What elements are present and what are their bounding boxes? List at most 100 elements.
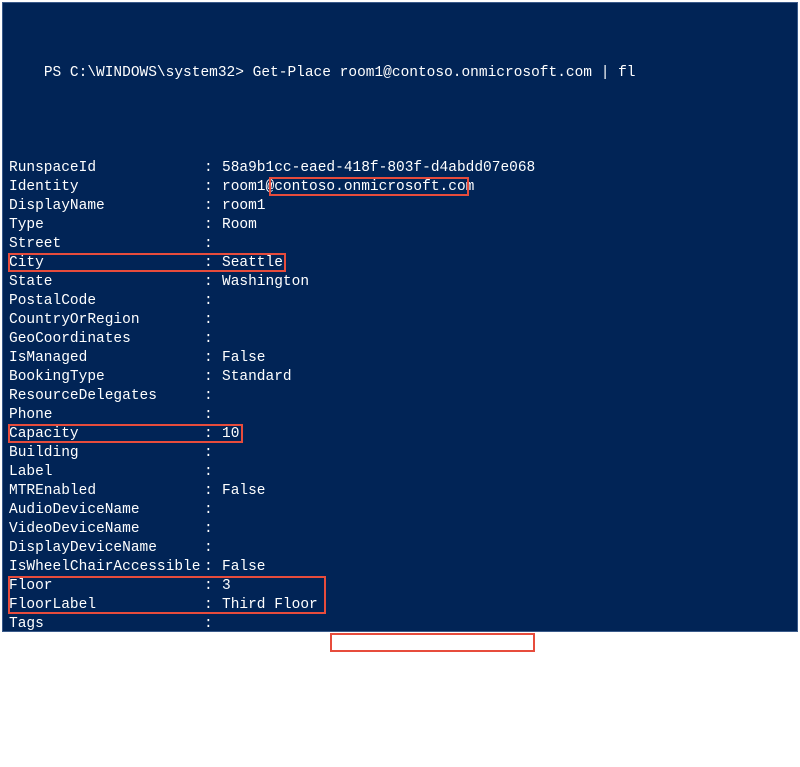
property-value: Washington: [222, 273, 309, 292]
output-row: Type: Room: [9, 216, 791, 235]
colon-separator: :: [204, 653, 222, 672]
property-key: State: [9, 273, 204, 292]
output-row: Localities: {SeattleRooms@contoso.onmicr…: [9, 634, 791, 653]
property-key: City: [9, 254, 204, 273]
property-key: IsValid: [9, 710, 204, 729]
colon-separator: :: [204, 558, 222, 577]
colon-separator: :: [204, 349, 222, 368]
output-row: BookingType: Standard: [9, 368, 791, 387]
colon-separator: :: [204, 406, 222, 425]
output-row: RunspaceId: 58a9b1cc-eaed-418f-803f-d4ab…: [9, 159, 791, 178]
property-key: FloorLabel: [9, 596, 204, 615]
property-value: 58a9b1cc-eaed-418f-803f-d4abdd07e068: [222, 159, 535, 178]
output-row: IsManaged: False: [9, 349, 791, 368]
property-key: ObjectState: [9, 729, 204, 748]
property-key: ResourceDelegates: [9, 387, 204, 406]
output-row: Label:: [9, 463, 791, 482]
output-row: Tags:: [9, 615, 791, 634]
property-key: BookingType: [9, 368, 204, 387]
output-row: ResourceDelegates:: [9, 387, 791, 406]
property-value: 3: [222, 577, 231, 596]
output-row: City: Seattle: [9, 254, 791, 273]
colon-separator: :: [204, 482, 222, 501]
property-value: Third Floor: [222, 596, 318, 615]
colon-separator: :: [204, 691, 222, 710]
output-row: FloorLabel: Third Floor: [9, 596, 791, 615]
property-value: Standard: [222, 368, 292, 387]
output-row: Floor: 3: [9, 577, 791, 596]
output-row: PostalCode:: [9, 292, 791, 311]
property-key: DisplayDeviceName: [9, 539, 204, 558]
output-row: CountryOrRegion:: [9, 311, 791, 330]
property-value: False: [222, 349, 266, 368]
colon-separator: :: [204, 577, 222, 596]
property-key: VideoDeviceName: [9, 520, 204, 539]
property-key: CustomSpaceType: [9, 672, 204, 691]
property-value: Unchanged: [222, 729, 300, 748]
colon-separator: :: [204, 672, 222, 691]
property-value: room1: [222, 197, 266, 216]
colon-separator: :: [204, 539, 222, 558]
property-key: MTREnabled: [9, 482, 204, 501]
output-row: ObjectState: Unchanged: [9, 729, 791, 748]
colon-separator: :: [204, 197, 222, 216]
colon-separator: :: [204, 729, 222, 748]
colon-separator: :: [204, 596, 222, 615]
property-key: IsWheelChairAccessible: [9, 558, 204, 577]
output-row: GeoCoordinates:: [9, 330, 791, 349]
property-value: 10: [222, 425, 239, 444]
output-row: IsValid: True: [9, 710, 791, 729]
property-key: Street: [9, 235, 204, 254]
colon-separator: :: [204, 634, 222, 653]
output-row: IsWheelChairAccessible: False: [9, 558, 791, 577]
property-key: SpaceType: [9, 653, 204, 672]
property-key: Tags: [9, 615, 204, 634]
property-key: PostalCode: [9, 292, 204, 311]
powershell-terminal[interactable]: PS C:\WINDOWS\system32> Get-Place room1@…: [2, 2, 798, 632]
property-key: AudioDeviceName: [9, 501, 204, 520]
property-key: RunspaceId: [9, 159, 204, 178]
output-row: Street:: [9, 235, 791, 254]
colon-separator: :: [204, 330, 222, 349]
colon-separator: :: [204, 216, 222, 235]
output-row: VideoDeviceName:: [9, 520, 791, 539]
property-key: Identity: [9, 178, 204, 197]
property-key: Type: [9, 216, 204, 235]
output-row: Identity: room1@contoso.onmicrosoft.com: [9, 178, 791, 197]
colon-separator: :: [204, 178, 222, 197]
property-value: True: [222, 710, 257, 729]
property-key: Label: [9, 463, 204, 482]
property-value: Room: [222, 216, 257, 235]
colon-separator: :: [204, 311, 222, 330]
colon-separator: :: [204, 444, 222, 463]
colon-separator: :: [204, 387, 222, 406]
colon-separator: :: [204, 159, 222, 178]
property-key: Phone: [9, 406, 204, 425]
property-value: {SeattleRooms@contoso.onmicrosoft.com}: [222, 634, 553, 653]
colon-separator: :: [204, 425, 222, 444]
output-row: SpaceType:: [9, 653, 791, 672]
output-row: Building:: [9, 444, 791, 463]
property-key: Localities: [9, 634, 204, 653]
property-key: Building: [9, 444, 204, 463]
property-key: DisplayName: [9, 197, 204, 216]
output-rows: RunspaceId: 58a9b1cc-eaed-418f-803f-d4ab…: [9, 159, 791, 748]
property-key: IsManaged: [9, 349, 204, 368]
colon-separator: :: [204, 463, 222, 482]
output-row: MTREnabled: False: [9, 482, 791, 501]
colon-separator: :: [204, 520, 222, 539]
property-key: Desks: [9, 691, 204, 710]
prompt-text: PS C:\WINDOWS\system32> Get-Place room1@…: [44, 65, 636, 81]
property-key: Capacity: [9, 425, 204, 444]
property-value: Seattle: [222, 254, 283, 273]
property-value: False: [222, 482, 266, 501]
prompt-line: PS C:\WINDOWS\system32> Get-Place room1@…: [9, 45, 791, 102]
colon-separator: :: [204, 368, 222, 387]
output-row: State: Washington: [9, 273, 791, 292]
output-row: Desks:: [9, 691, 791, 710]
colon-separator: :: [204, 254, 222, 273]
property-value: False: [222, 558, 266, 577]
property-key: Floor: [9, 577, 204, 596]
output-row: DisplayDeviceName:: [9, 539, 791, 558]
colon-separator: :: [204, 501, 222, 520]
